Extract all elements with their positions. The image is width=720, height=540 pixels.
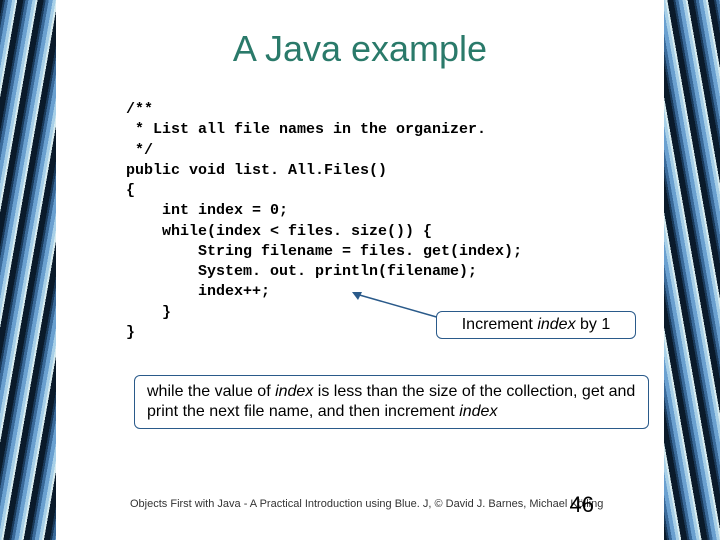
code-line: String filename = files. get(index); bbox=[126, 243, 522, 260]
annotation-text: Increment bbox=[462, 316, 538, 333]
annotation-while-explanation: while the value of index is less than th… bbox=[134, 375, 649, 429]
annotation-text: by 1 bbox=[576, 316, 611, 333]
code-line: */ bbox=[126, 142, 153, 159]
code-example: /** * List all file names in the organiz… bbox=[126, 100, 522, 343]
annotation-italic: index bbox=[537, 316, 575, 333]
annotation-italic: index bbox=[275, 383, 313, 400]
code-line: System. out. println(filename); bbox=[126, 263, 477, 280]
annotation-arrow-icon bbox=[352, 290, 442, 320]
slide-content: A Java example /** * List all file names… bbox=[56, 0, 664, 540]
annotation-italic: index bbox=[459, 403, 497, 420]
footer-citation: Objects First with Java - A Practical In… bbox=[130, 498, 603, 510]
code-line: { bbox=[126, 182, 135, 199]
decorative-border-right bbox=[664, 0, 720, 540]
annotation-text: while the value of bbox=[147, 383, 275, 400]
decorative-border-left bbox=[0, 0, 56, 540]
slide-title: A Java example bbox=[56, 28, 664, 70]
code-line: /** bbox=[126, 101, 153, 118]
annotation-increment: Increment index by 1 bbox=[436, 311, 636, 339]
code-line: int index = 0; bbox=[126, 202, 288, 219]
code-line: } bbox=[126, 324, 135, 341]
page-number: 46 bbox=[570, 492, 594, 518]
code-line: * List all file names in the organizer. bbox=[126, 121, 486, 138]
code-line: index++; bbox=[126, 283, 270, 300]
code-line: public void list. All.Files() bbox=[126, 162, 387, 179]
code-line: while(index < files. size()) { bbox=[126, 223, 432, 240]
slide: A Java example /** * List all file names… bbox=[0, 0, 720, 540]
code-line: } bbox=[126, 304, 171, 321]
